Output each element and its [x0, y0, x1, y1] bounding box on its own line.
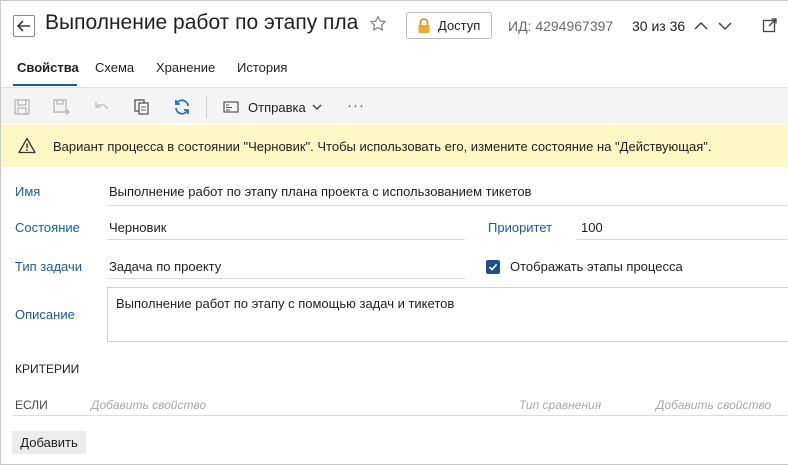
priority-field-underline: [577, 239, 788, 240]
task-type-field-underline: [107, 278, 465, 279]
save-and-close-icon[interactable]: [52, 98, 70, 116]
name-field[interactable]: Выполнение работ по этапу плана проекта …: [109, 184, 531, 199]
state-label: Состояние: [15, 220, 80, 235]
toolbar: Отправка ···: [1, 87, 788, 124]
back-button[interactable]: [13, 15, 35, 37]
chevron-down-icon: [312, 104, 322, 110]
state-field[interactable]: Черновик: [109, 220, 166, 235]
tab-properties[interactable]: Свойства: [17, 60, 79, 75]
state-field-underline: [107, 239, 465, 240]
task-type-field[interactable]: Задача по проекту: [109, 259, 221, 274]
tab-storage[interactable]: Хранение: [156, 60, 215, 75]
criteria-section-title: КРИТЕРИИ: [15, 362, 80, 376]
arrow-left-icon: [17, 20, 30, 32]
favorite-star-icon[interactable]: [369, 15, 387, 33]
access-button[interactable]: Доступ: [406, 12, 492, 39]
send-menu-button[interactable]: Отправка: [223, 97, 322, 117]
comparison-type-input[interactable]: Тип сравнения: [519, 398, 601, 412]
record-id: ИД: 4294967397: [508, 18, 614, 34]
chevron-up-icon[interactable]: [693, 18, 709, 34]
more-actions-button[interactable]: ···: [347, 97, 365, 114]
name-field-underline: [107, 205, 788, 206]
send-menu-label: Отправка: [248, 99, 306, 115]
copy-icon[interactable]: [133, 98, 151, 116]
tab-schema[interactable]: Схема: [95, 60, 134, 75]
criteria-row-underline: [13, 415, 788, 416]
open-in-window-icon[interactable]: [762, 17, 778, 33]
card-header: Выполнение работ по этапу пла... Доступ …: [1, 1, 788, 51]
record-counter: 30 из 36: [632, 18, 686, 34]
page-title: Выполнение работ по этапу пла...: [45, 11, 360, 34]
add-property-input[interactable]: Добавить свойство: [91, 398, 206, 412]
send-icon: [223, 101, 239, 113]
toolbar-separator: [206, 96, 207, 118]
priority-field[interactable]: 100: [581, 220, 603, 235]
undo-icon[interactable]: [92, 98, 110, 116]
add-property-value-input[interactable]: Добавить свойство: [656, 398, 771, 412]
show-stages-checkbox[interactable]: [486, 260, 500, 274]
active-tab-indicator: [13, 84, 77, 86]
chevron-down-icon[interactable]: [717, 18, 733, 34]
process-variant-card: Выполнение работ по этапу пла... Доступ …: [0, 0, 788, 465]
warning-icon: [18, 137, 36, 154]
checkmark-icon: [488, 263, 498, 271]
lock-icon: [418, 17, 430, 33]
refresh-icon[interactable]: [173, 98, 191, 116]
show-stages-label[interactable]: Отображать этапы процесса: [510, 259, 683, 274]
if-label: ЕСЛИ: [15, 398, 48, 412]
tab-bar: Свойства Схема Хранение История: [1, 55, 788, 87]
priority-label: Приоритет: [488, 220, 553, 235]
task-type-label: Тип задачи: [15, 259, 83, 274]
tab-history[interactable]: История: [237, 60, 287, 75]
access-button-label: Доступ: [438, 18, 481, 33]
draft-warning-banner: Вариант процесса в состоянии "Черновик".…: [1, 125, 788, 167]
description-label: Описание: [15, 307, 75, 322]
name-label: Имя: [15, 184, 41, 199]
add-criteria-button[interactable]: Добавить: [12, 431, 86, 454]
description-textarea[interactable]: Выполнение работ по этапу с помощью зада…: [107, 287, 788, 342]
save-icon[interactable]: [13, 98, 31, 116]
warning-message: Вариант процесса в состоянии "Черновик".…: [53, 139, 712, 154]
